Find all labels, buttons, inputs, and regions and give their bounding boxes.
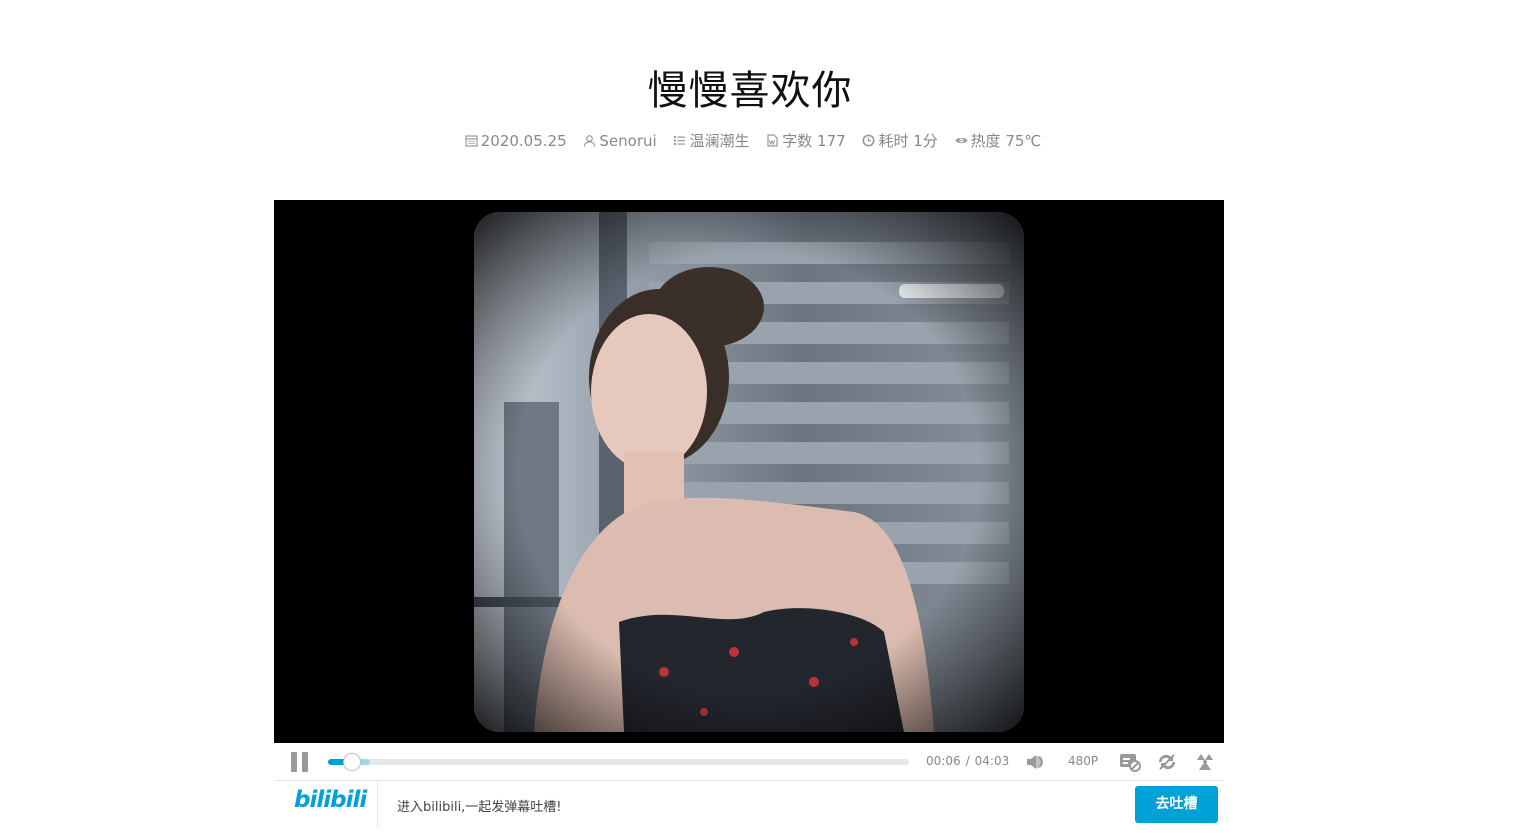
clock-icon	[862, 134, 875, 147]
post-read-time: 耗时 1分	[862, 130, 938, 151]
post-category[interactable]: 温澜潮生	[673, 130, 749, 151]
user-icon	[583, 134, 596, 147]
time-separator: /	[965, 754, 970, 768]
video-screen[interactable]: 喜出望外的傍晚	[274, 200, 1224, 743]
volume-icon[interactable]	[1026, 753, 1046, 771]
post-date: 2020.05.25	[465, 132, 567, 150]
player-controls: 00:06 / 04:03 480P	[274, 743, 1224, 781]
post-author[interactable]: Senorui	[583, 132, 657, 150]
danmaku-bar: bilibili 进入bilibili,一起发弹幕吐槽! 去吐槽	[274, 781, 1224, 828]
video-frame	[474, 212, 1024, 732]
post-word-count: 字数 177	[766, 130, 846, 151]
document-icon	[766, 134, 779, 147]
eye-icon	[955, 134, 968, 147]
bilibili-logo: bilibili	[294, 787, 367, 813]
post-meta: 2020.05.25 Senorui 温澜潮生 字数 177 耗时 1分 热度 …	[0, 130, 1506, 151]
progress-bar[interactable]	[328, 753, 909, 771]
time-display: 00:06 / 04:03	[926, 754, 1009, 768]
post-title: 慢慢喜欢你	[647, 68, 853, 114]
danmaku-prompt[interactable]: 进入bilibili,一起发弹幕吐槽!	[397, 796, 562, 815]
go-comment-button[interactable]: 去吐槽	[1135, 786, 1218, 823]
bilibili-logo-box[interactable]: bilibili	[274, 781, 378, 828]
pause-icon	[291, 752, 297, 772]
calendar-icon	[465, 134, 478, 147]
post-heat: 热度 75℃	[955, 130, 1041, 151]
loop-icon[interactable]	[1156, 752, 1178, 772]
quality-selector[interactable]: 480P	[1068, 754, 1098, 768]
danmaku-toggle-icon[interactable]	[1119, 752, 1141, 772]
current-time: 00:06	[926, 754, 961, 768]
list-icon	[673, 134, 686, 147]
progress-handle[interactable]	[343, 753, 362, 771]
bilibili-video-player[interactable]: 喜出望外的傍晚 00:06 / 04:03 480P	[274, 200, 1224, 828]
duration: 04:03	[974, 754, 1010, 768]
settings-icon[interactable]	[1194, 752, 1216, 772]
pause-button[interactable]	[291, 752, 309, 772]
